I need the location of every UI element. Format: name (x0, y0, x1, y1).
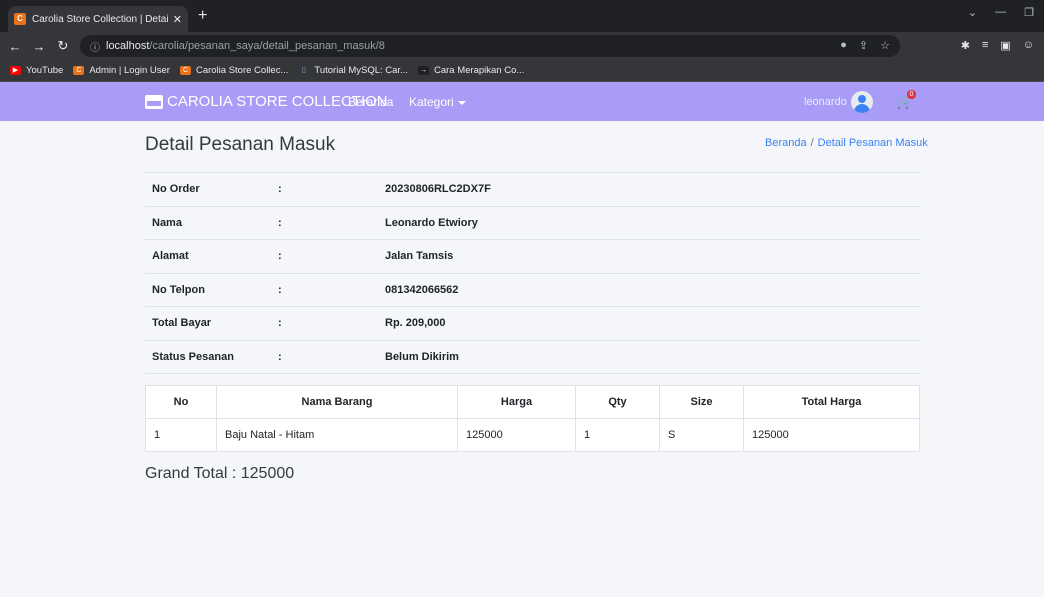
address-bar-row: ← → ↻ ⓘ localhost/carolia/pesanan_saya/d… (0, 32, 1044, 60)
info-separator: : (278, 239, 385, 274)
info-label: Total Bayar (145, 306, 278, 341)
youtube-icon: ▶ (10, 66, 21, 75)
site-favicon-icon: C (73, 66, 85, 75)
page-title: Detail Pesanan Masuk (145, 134, 336, 155)
nav-link-beranda[interactable]: Beranda (348, 95, 393, 109)
info-separator: : (278, 206, 385, 240)
url-host: localhost (106, 40, 150, 52)
info-label: Alamat (145, 239, 278, 274)
browser-tab-bar: C Carolia Store Collection | Detail P ✕ … (0, 0, 1044, 32)
grand-total: Grand Total : 125000 (145, 465, 295, 482)
avatar (850, 91, 873, 113)
col-header-nama-barang: Nama Barang (216, 385, 458, 419)
site-info-icon[interactable]: ⓘ (90, 39, 100, 54)
breadcrumb-beranda[interactable]: Beranda (765, 137, 807, 149)
omnibox-actions: ● ⇪ ☆ (840, 39, 890, 52)
bookmark-cara-merapikan[interactable]: → Cara Merapikan Co... (418, 65, 524, 76)
store-icon (145, 94, 163, 109)
nav-dropdown-kategori[interactable]: Kategori (409, 95, 466, 109)
info-separator: : (278, 340, 385, 374)
info-separator: : (278, 273, 385, 307)
site-navbar: CAROLIA STORE COLLECTION Beranda Kategor… (0, 82, 1044, 121)
caret-down-icon (457, 100, 466, 105)
info-separator: : (278, 306, 385, 341)
browser-tab[interactable]: C Carolia Store Collection | Detail P ✕ (8, 6, 188, 32)
extensions-icon[interactable]: ✱ (961, 39, 970, 52)
info-value: Belum Dikirim (385, 340, 920, 374)
col-header-total-harga: Total Harga (743, 385, 920, 419)
cart-button[interactable]: 🛒 0 (896, 90, 916, 110)
cell-no: 1 (145, 418, 217, 452)
extension-icons: ✱ ≡ ▣ ☺ (961, 39, 1034, 52)
bookmarks-bar: ▶ YouTube C Admin | Login User C Carolia St… (0, 60, 1044, 82)
cell-qty: 1 (575, 418, 660, 452)
info-row-nama: Nama : Leonardo Etwiory (145, 206, 920, 240)
info-value: Rp. 209,000 (385, 306, 920, 341)
info-row-total-bayar: Total Bayar : Rp. 209,000 (145, 306, 920, 341)
share-icon[interactable]: ⇪ (859, 39, 868, 52)
info-value: Jalan Tamsis (385, 239, 920, 274)
user-menu[interactable]: leonardo (804, 91, 873, 113)
reading-list-icon[interactable]: ≡ (982, 39, 988, 52)
col-header-size: Size (659, 385, 744, 419)
col-header-harga: Harga (457, 385, 576, 419)
cell-nama-barang: Baju Natal - Hitam (216, 418, 458, 452)
window-controls: ⌄ — ❐ (968, 6, 1034, 19)
order-info-table: No Order : 20230806RLC2DX7F Nama : Leona… (145, 172, 920, 374)
table-row: 1 Baju Natal - Hitam 125000 1 S 125000 (145, 418, 920, 452)
forward-icon[interactable]: → (30, 39, 48, 54)
bookmark-star-icon[interactable]: ☆ (880, 39, 890, 52)
info-label: No Order (145, 172, 278, 207)
cell-total-harga: 125000 (743, 418, 920, 452)
new-tab-icon[interactable]: + (198, 8, 207, 24)
bookmark-carolia-store[interactable]: C Carolia Store Collec... (179, 65, 288, 76)
info-row-no-order: No Order : 20230806RLC2DX7F (145, 172, 920, 207)
site-favicon-icon: C (179, 66, 191, 75)
side-panel-icon[interactable]: ▣ (1000, 39, 1010, 52)
info-separator: : (278, 172, 385, 207)
breadcrumb-separator: / (810, 137, 814, 149)
info-label: No Telpon (145, 273, 278, 307)
bookmark-admin-login[interactable]: C Admin | Login User (73, 65, 170, 76)
cell-harga: 125000 (457, 418, 576, 452)
breadcrumb-current[interactable]: Detail Pesanan Masuk (818, 137, 928, 149)
col-header-qty: Qty (575, 385, 660, 419)
info-label: Status Pesanan (145, 340, 278, 374)
bookmark-youtube[interactable]: ▶ YouTube (10, 65, 63, 76)
table-header-row: No Nama Barang Harga Qty Size Total Harg… (145, 385, 920, 419)
user-name: leonardo (804, 96, 847, 108)
breadcrumb: Beranda / Detail Pesanan Masuk (765, 137, 928, 149)
url-input[interactable]: ⓘ localhost/carolia/pesanan_saya/detail_… (80, 35, 900, 57)
location-icon[interactable]: ● (840, 39, 847, 52)
col-header-no: No (145, 385, 217, 419)
cell-size: S (659, 418, 744, 452)
cart-count-badge: 0 (907, 90, 916, 99)
minimize-icon[interactable]: — (995, 6, 1006, 19)
info-row-status-pesanan: Status Pesanan : Belum Dikirim (145, 340, 920, 374)
profile-icon[interactable]: ☺ (1023, 39, 1034, 52)
info-value: 20230806RLC2DX7F (385, 172, 920, 207)
site-favicon-icon: C (14, 13, 26, 25)
reload-icon[interactable]: ↻ (54, 38, 72, 54)
info-value: 081342066562 (385, 273, 920, 307)
back-icon[interactable]: ← (6, 39, 24, 54)
url-path: /carolia/pesanan_saya/detail_pesanan_mas… (149, 40, 385, 52)
order-items-table: No Nama Barang Harga Qty Size Total Harg… (145, 385, 920, 452)
info-value: Leonardo Etwiory (385, 206, 920, 240)
bookmark-tutorial-mysql[interactable]: ▯ Tutorial MySQL: Car... (298, 65, 408, 76)
tab-close-icon[interactable]: ✕ (173, 13, 182, 26)
restore-icon[interactable]: ❐ (1024, 6, 1034, 19)
document-icon: ▯ (301, 67, 306, 74)
tab-search-icon[interactable]: ⌄ (968, 6, 977, 19)
info-row-no-telpon: No Telpon : 081342066562 (145, 273, 920, 307)
info-label: Nama (145, 206, 278, 240)
info-row-alamat: Alamat : Jalan Tamsis (145, 239, 920, 274)
arrow-icon: → (418, 66, 429, 75)
tab-title: Carolia Store Collection | Detail P (32, 13, 169, 25)
